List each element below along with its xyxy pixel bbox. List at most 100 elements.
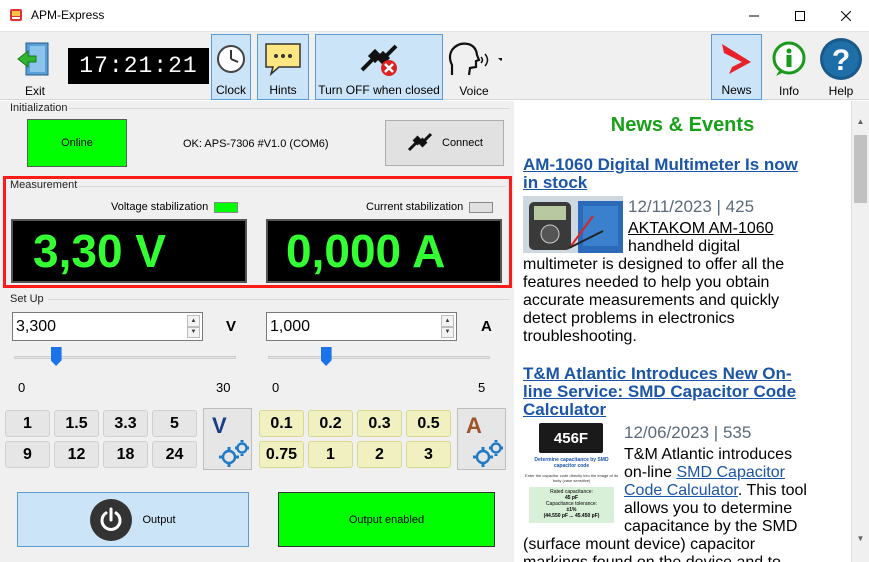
article-2-title[interactable]: T&M Atlantic Introduces New On- line Ser…	[523, 365, 796, 419]
voltage-unit-label: V	[226, 318, 237, 335]
voltage-slider-thumb[interactable]	[50, 347, 62, 366]
unplug-icon	[356, 35, 402, 83]
current-slider-min: 0	[272, 380, 280, 395]
output-label: Output	[142, 513, 176, 526]
spin-up-icon[interactable]: ▲	[187, 315, 200, 327]
current-mode-letter: A	[466, 413, 482, 438]
help-question-icon: ?	[819, 34, 863, 84]
voltage-slider-track[interactable]	[14, 356, 236, 359]
scroll-down-icon[interactable]: ▼	[852, 530, 869, 547]
thumb-caption: Determine capacitance by SMD capacitor c…	[534, 457, 609, 469]
app-icon	[9, 8, 23, 22]
measurement-divider	[78, 186, 506, 187]
current-unit-label: A	[481, 318, 492, 335]
minimize-button[interactable]	[731, 0, 777, 31]
current-mode-button[interactable]: A	[457, 408, 506, 470]
current-preset-button[interactable]: 1	[308, 441, 353, 468]
current-slider-track[interactable]	[268, 356, 490, 359]
voltage-stabilization-label: Voltage stabilization	[111, 201, 209, 213]
setup-divider	[48, 299, 510, 300]
voltage-spin-arrows[interactable]: ▲ ▼	[187, 315, 200, 338]
clock-icon	[216, 35, 246, 83]
current-readout: 0,000 A	[266, 219, 502, 283]
current-slider-max: 5	[478, 380, 486, 395]
maximize-button[interactable]	[777, 0, 823, 31]
voltage-preset-button[interactable]: 3.3	[103, 410, 148, 437]
voltage-preset-button[interactable]: 1	[5, 410, 50, 437]
initialization-divider	[68, 108, 510, 109]
current-preset-button[interactable]: 2	[357, 441, 402, 468]
current-preset-button[interactable]: 0.1	[259, 410, 304, 437]
voltage-slider-min: 0	[18, 380, 26, 395]
article-2-thumbnail[interactable]: 456F Determine capacitance by SMD capaci…	[523, 421, 620, 525]
voltage-preset-button[interactable]: 1.5	[54, 410, 99, 437]
scroll-up-icon[interactable]: ▲	[852, 113, 869, 130]
article-2-body-fifth: capacitance by the SMD	[624, 518, 798, 535]
close-button[interactable]	[823, 0, 869, 31]
connect-label: Connect	[442, 137, 483, 149]
current-preset-button[interactable]: 0.2	[308, 410, 353, 437]
voice-button[interactable]: Voice	[443, 34, 505, 100]
voltage-preset-button[interactable]: 12	[54, 441, 99, 468]
voltage-preset-button[interactable]: 5	[152, 410, 197, 437]
voltage-readout: 3,30 V	[11, 219, 247, 283]
current-setpoint-value: 1,000	[270, 317, 311, 335]
toolbar: Exit 17:21:21 Clock Hints Turn OFF when …	[0, 31, 869, 100]
gears-icon	[472, 439, 504, 472]
news-heading: News & Events	[610, 114, 755, 136]
help-button[interactable]: ? Help	[816, 34, 866, 100]
info-button[interactable]: Info	[766, 34, 812, 100]
article-2-body-first: T&M Atlantic introduces	[624, 446, 793, 463]
voltage-preset-button[interactable]: 18	[103, 441, 148, 468]
article-1-meta: 12/11/2023 | 425	[628, 197, 755, 216]
control-panel: Initialization Online OK: APS-7306 #V1.0…	[0, 101, 514, 562]
article-1-body-first: handheld digital	[628, 238, 741, 255]
article-2-body-third: Code Calculator. This tool	[624, 482, 807, 499]
spin-down-icon[interactable]: ▼	[441, 326, 454, 338]
scroll-thumb[interactable]	[854, 135, 867, 203]
article-1-link[interactable]: AKTAKOM AM-1060	[628, 220, 774, 238]
spin-down-icon[interactable]: ▼	[187, 326, 200, 338]
news-panel: News & Events AM-1060 Digital Multimeter…	[514, 101, 851, 562]
article-1-thumbnail[interactable]	[523, 196, 623, 253]
voltage-spinbox[interactable]: 3,300 ▲ ▼	[12, 312, 203, 341]
setup-group-label: Set Up	[10, 293, 44, 305]
hints-button[interactable]: Hints	[257, 34, 309, 100]
clock-button[interactable]: Clock	[211, 34, 251, 100]
current-spinbox[interactable]: 1,000 ▲ ▼	[266, 312, 457, 341]
voltage-preset-button[interactable]: 24	[152, 441, 197, 468]
voltage-slider-max: 30	[216, 380, 231, 395]
exit-door-icon	[16, 34, 54, 84]
article-1-title[interactable]: AM-1060 Digital Multimeter Is now in sto…	[523, 156, 798, 192]
article-2-body-second: on-line SMD Capacitor	[624, 464, 785, 481]
news-button[interactable]: News	[711, 34, 762, 100]
clock-display: 17:21:21	[68, 48, 209, 84]
svg-text:?: ?	[832, 44, 850, 77]
voltage-stabilization-led	[214, 202, 238, 213]
initialization-group-label: Initialization	[10, 102, 68, 114]
current-stabilization-led	[469, 202, 493, 213]
output-button[interactable]: Output	[17, 492, 249, 547]
smd-calculator-link-cont[interactable]: Code Calculator	[624, 482, 738, 499]
article-1-body: multimeter is designed to offer all the …	[523, 256, 785, 345]
online-indicator: Online	[27, 119, 127, 167]
turn-off-button[interactable]: Turn OFF when closed	[315, 34, 443, 100]
current-spin-arrows[interactable]: ▲ ▼	[441, 315, 454, 338]
title-bar: APM-Express	[0, 0, 869, 31]
thumb-hint: Enter the capacitor code directly into t…	[525, 473, 618, 483]
news-scrollbar[interactable]: ▲ ▼	[851, 101, 869, 562]
current-preset-button[interactable]: 0.5	[406, 410, 451, 437]
exit-button[interactable]: Exit	[6, 34, 64, 100]
voltage-mode-button[interactable]: V	[203, 408, 252, 470]
current-preset-button[interactable]: 0.3	[357, 410, 402, 437]
smd-calculator-link[interactable]: SMD Capacitor	[676, 464, 784, 481]
power-icon	[90, 498, 133, 541]
current-preset-button[interactable]: 3	[406, 441, 451, 468]
voltage-preset-button[interactable]: 9	[5, 441, 50, 468]
connect-button[interactable]: Connect	[385, 120, 504, 166]
spin-up-icon[interactable]: ▲	[441, 315, 454, 327]
smd-capacitor-code: 456F	[539, 423, 603, 453]
current-slider-thumb[interactable]	[320, 347, 332, 366]
article-2-body-fourth: allows you to determine	[624, 500, 793, 517]
current-preset-button[interactable]: 0.75	[259, 441, 304, 468]
